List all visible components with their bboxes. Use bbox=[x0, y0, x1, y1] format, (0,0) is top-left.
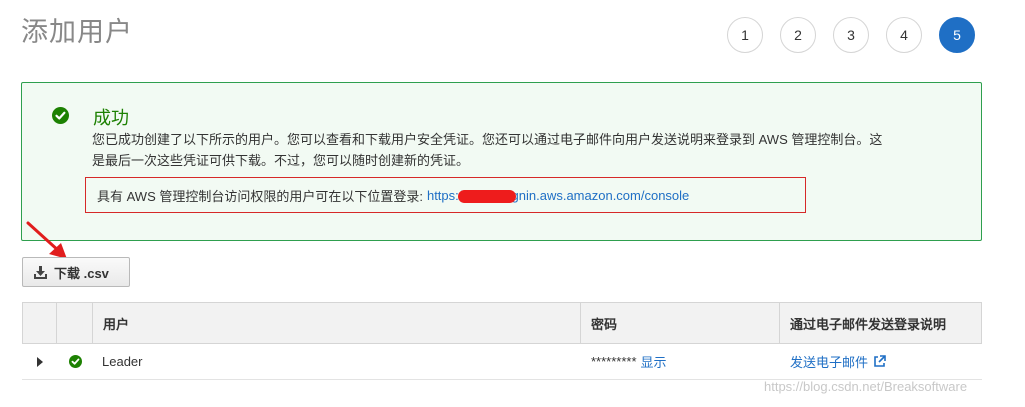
download-csv-button[interactable]: 下载 .csv bbox=[22, 257, 130, 287]
user-name: Leader bbox=[102, 354, 143, 369]
table-row: Leader ********* 显示 发送电子邮件 bbox=[22, 344, 982, 380]
send-email-label: 发送电子邮件 bbox=[790, 355, 869, 370]
password-mask: ********* bbox=[591, 354, 637, 369]
alert-message: 您已成功创建了以下所示的用户。您可以查看和下载用户安全凭证。您还可以通过电子邮件… bbox=[92, 129, 952, 171]
header-email-instructions: 通过电子邮件发送登录说明 bbox=[780, 303, 982, 343]
success-alert: 成功 您已成功创建了以下所示的用户。您可以查看和下载用户安全凭证。您还可以通过电… bbox=[21, 82, 982, 241]
expand-row-toggle[interactable] bbox=[22, 344, 57, 379]
console-login-box: 具有 AWS 管理控制台访问权限的用户可在以下位置登录: https://17 … bbox=[85, 177, 806, 213]
header-user: 用户 bbox=[93, 303, 581, 343]
wizard-steps: 1 2 3 4 5 bbox=[727, 17, 975, 53]
success-check-icon bbox=[68, 355, 82, 368]
send-email-link[interactable]: 发送电子邮件 bbox=[780, 344, 982, 379]
caret-right-icon bbox=[36, 356, 43, 367]
success-check-icon bbox=[52, 107, 69, 124]
watermark: https://blog.csdn.net/Breaksoftware bbox=[764, 379, 968, 394]
external-link-icon bbox=[874, 355, 886, 367]
step-1[interactable]: 1 bbox=[727, 17, 763, 53]
table-header: 用户 密码 通过电子邮件发送登录说明 bbox=[22, 302, 982, 344]
header-status-col bbox=[57, 303, 93, 343]
login-prefix: 具有 AWS 管理控制台访问权限的用户可在以下位置登录: bbox=[97, 188, 423, 204]
step-3[interactable]: 3 bbox=[833, 17, 869, 53]
download-csv-label: 下载 .csv bbox=[54, 265, 109, 281]
header-password: 密码 bbox=[581, 303, 780, 343]
alert-title: 成功 bbox=[93, 108, 129, 128]
header-expand-col bbox=[22, 303, 57, 343]
alert-message-line-2: 是最后一次这些凭证可供下载。不过，您可以随时创建新的凭证。 bbox=[92, 153, 470, 168]
step-4[interactable]: 4 bbox=[886, 17, 922, 53]
red-arrow-annotation bbox=[26, 221, 67, 259]
step-2[interactable]: 2 bbox=[780, 17, 816, 53]
step-5-active[interactable]: 5 bbox=[939, 17, 975, 53]
show-password-link[interactable]: 显示 bbox=[641, 352, 667, 371]
console-login-link[interactable]: https://17 84.signin.aws.amazon.com/cons… bbox=[427, 188, 689, 203]
redaction-mark bbox=[457, 189, 516, 203]
password-cell: ********* 显示 bbox=[581, 344, 780, 379]
alert-message-line-1: 您已成功创建了以下所示的用户。您可以查看和下载用户安全凭证。您还可以通过电子邮件… bbox=[92, 132, 883, 147]
download-icon bbox=[34, 265, 47, 279]
users-table: 用户 密码 通过电子邮件发送登录说明 Leader ********* 显示 发… bbox=[22, 302, 982, 380]
row-status bbox=[57, 344, 93, 379]
page-title: 添加用户 bbox=[21, 17, 133, 47]
